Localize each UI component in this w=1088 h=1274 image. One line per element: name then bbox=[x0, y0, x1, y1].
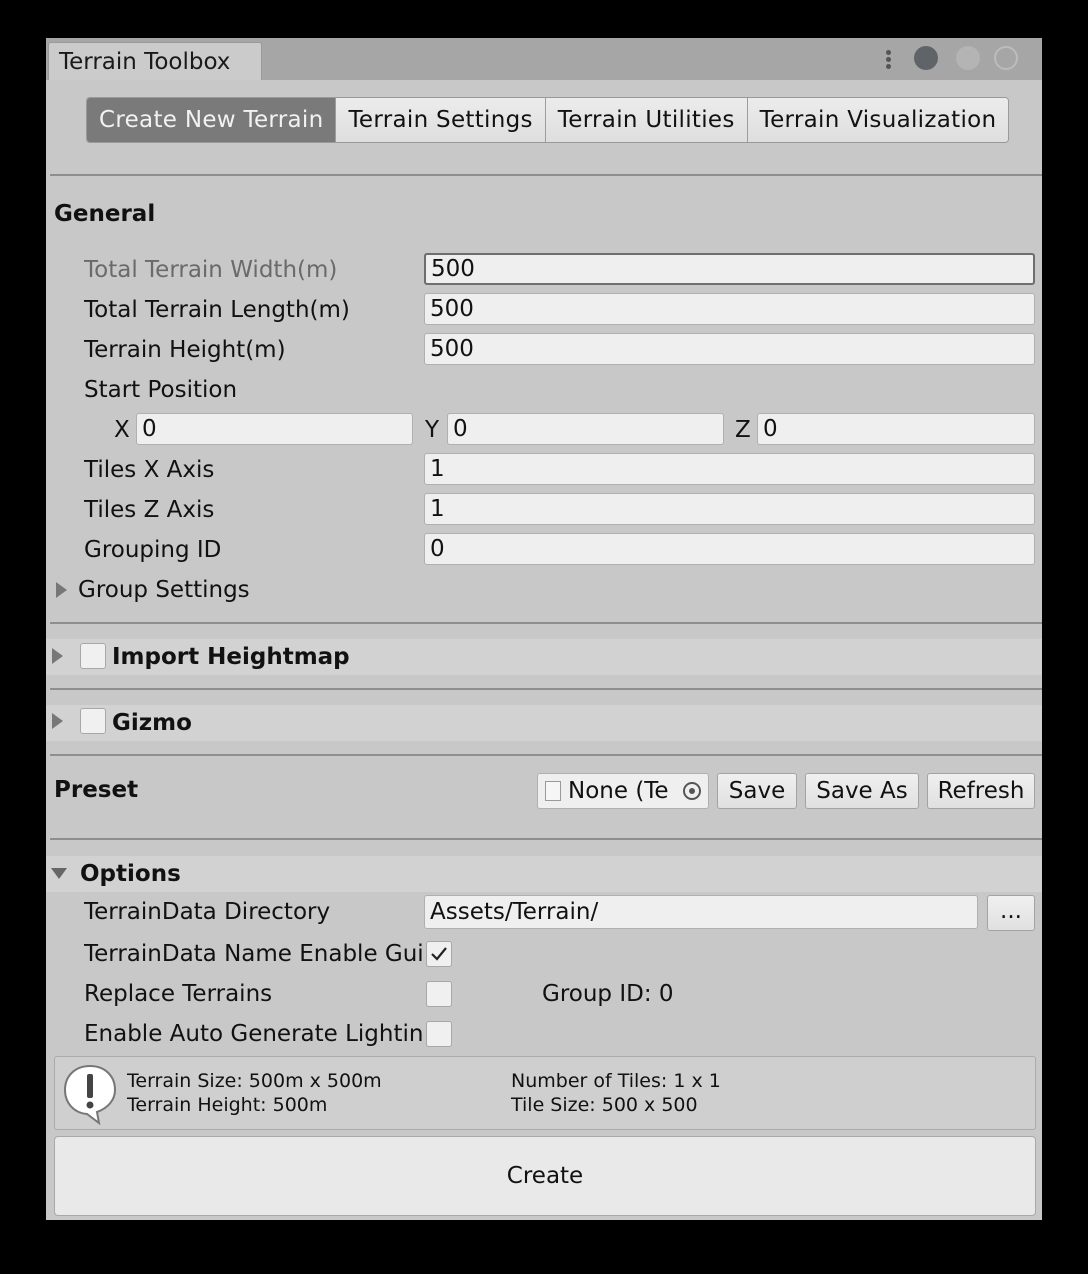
window-tab-strip: Terrain Toolbox bbox=[46, 38, 1042, 80]
total-width-field[interactable]: 500 bbox=[424, 253, 1035, 285]
tab-terrain-utilities[interactable]: Terrain Utilities bbox=[545, 98, 748, 142]
start-x-label: X bbox=[114, 417, 130, 443]
tiles-x-label: Tiles X Axis bbox=[84, 457, 215, 483]
auto-lighting-checkbox[interactable] bbox=[426, 1021, 452, 1047]
tile-size-text: Tile Size: 500 x 500 bbox=[511, 1094, 698, 1116]
gizmo-foldout[interactable]: Gizmo bbox=[46, 705, 1042, 741]
group-id-text: Group ID: 0 bbox=[542, 981, 674, 1007]
divider bbox=[50, 174, 1042, 176]
options-foldout[interactable]: Options bbox=[46, 856, 1042, 892]
divider bbox=[50, 754, 1042, 756]
create-button[interactable]: Create bbox=[54, 1136, 1036, 1216]
tiles-z-label: Tiles Z Axis bbox=[84, 497, 215, 523]
warning-icon bbox=[63, 1064, 117, 1125]
browse-directory-button[interactable]: ... bbox=[987, 895, 1035, 931]
preset-save-button[interactable]: Save bbox=[717, 773, 797, 809]
preset-save-as-button[interactable]: Save As bbox=[805, 773, 919, 809]
gizmo-expand-icon[interactable] bbox=[52, 713, 63, 729]
divider bbox=[50, 838, 1042, 840]
kebab-menu-icon[interactable] bbox=[882, 48, 894, 72]
terrain-toolbox-window: Terrain Toolbox Create New Terrain Terra… bbox=[46, 38, 1042, 1220]
tab-terrain-settings[interactable]: Terrain Settings bbox=[336, 98, 546, 142]
tiles-x-field[interactable]: 1 bbox=[424, 453, 1035, 485]
terraindata-directory-field[interactable]: Assets/Terrain/ bbox=[424, 895, 978, 929]
total-width-label: Total Terrain Width(m) bbox=[84, 257, 338, 283]
grouping-id-label: Grouping ID bbox=[84, 537, 222, 563]
window-control-dot-2[interactable] bbox=[956, 46, 980, 70]
import-heightmap-label: Import Heightmap bbox=[112, 644, 350, 670]
total-length-field[interactable]: 500 bbox=[424, 293, 1035, 325]
grouping-id-field[interactable]: 0 bbox=[424, 533, 1035, 565]
options-collapse-icon[interactable] bbox=[51, 868, 67, 879]
preset-refresh-button[interactable]: Refresh bbox=[927, 773, 1035, 809]
preset-object-value: None (Te bbox=[568, 778, 669, 804]
preset-section-title: Preset bbox=[54, 777, 139, 803]
preset-object-field[interactable]: None (Te bbox=[537, 773, 709, 809]
divider bbox=[50, 688, 1042, 690]
import-heightmap-expand-icon[interactable] bbox=[52, 648, 63, 664]
replace-terrains-checkbox[interactable] bbox=[426, 981, 452, 1007]
options-section-title: Options bbox=[80, 861, 181, 887]
start-z-field[interactable]: 0 bbox=[757, 413, 1035, 445]
gizmo-label: Gizmo bbox=[112, 710, 192, 736]
auto-lighting-label: Enable Auto Generate Lighting bbox=[84, 1021, 424, 1047]
gizmo-checkbox[interactable] bbox=[80, 708, 106, 734]
divider bbox=[50, 622, 1042, 624]
object-picker-icon[interactable] bbox=[683, 782, 701, 800]
start-x-field[interactable]: 0 bbox=[136, 413, 413, 445]
number-of-tiles-text: Number of Tiles: 1 x 1 bbox=[511, 1070, 721, 1092]
terrain-height-text: Terrain Height: 500m bbox=[127, 1094, 328, 1116]
tab-create-new-terrain[interactable]: Create New Terrain bbox=[87, 98, 337, 142]
window-tab[interactable]: Terrain Toolbox bbox=[48, 42, 262, 80]
name-enable-guid-label: TerrainData Name Enable Guid bbox=[84, 941, 424, 967]
checkmark-icon bbox=[431, 947, 447, 961]
total-length-label: Total Terrain Length(m) bbox=[84, 297, 350, 323]
terrain-summary-helpbox: Terrain Size: 500m x 500m Terrain Height… bbox=[54, 1056, 1036, 1130]
window-control-dot-3[interactable] bbox=[994, 46, 1018, 70]
terrain-height-label: Terrain Height(m) bbox=[84, 337, 286, 363]
start-y-field[interactable]: 0 bbox=[447, 413, 724, 445]
terrain-size-text: Terrain Size: 500m x 500m bbox=[127, 1070, 382, 1092]
terraindata-directory-label: TerrainData Directory bbox=[84, 899, 331, 925]
tab-terrain-visualization[interactable]: Terrain Visualization bbox=[747, 98, 1009, 142]
document-icon bbox=[545, 781, 561, 801]
import-heightmap-foldout[interactable]: Import Heightmap bbox=[46, 639, 1042, 675]
group-settings-expand-icon[interactable] bbox=[56, 582, 67, 598]
window-control-dot-1[interactable] bbox=[914, 46, 938, 70]
name-enable-guid-checkbox[interactable] bbox=[426, 941, 452, 967]
mode-toolbar: Create New Terrain Terrain Settings Terr… bbox=[86, 97, 1010, 143]
replace-terrains-label: Replace Terrains bbox=[84, 981, 273, 1007]
start-position-label: Start Position bbox=[84, 377, 238, 403]
general-section-title: General bbox=[54, 201, 156, 227]
terrain-height-field[interactable]: 500 bbox=[424, 333, 1035, 365]
tiles-z-field[interactable]: 1 bbox=[424, 493, 1035, 525]
start-y-label: Y bbox=[425, 417, 440, 443]
start-z-label: Z bbox=[735, 417, 751, 443]
import-heightmap-checkbox[interactable] bbox=[80, 643, 106, 669]
group-settings-foldout[interactable]: Group Settings bbox=[78, 577, 250, 603]
